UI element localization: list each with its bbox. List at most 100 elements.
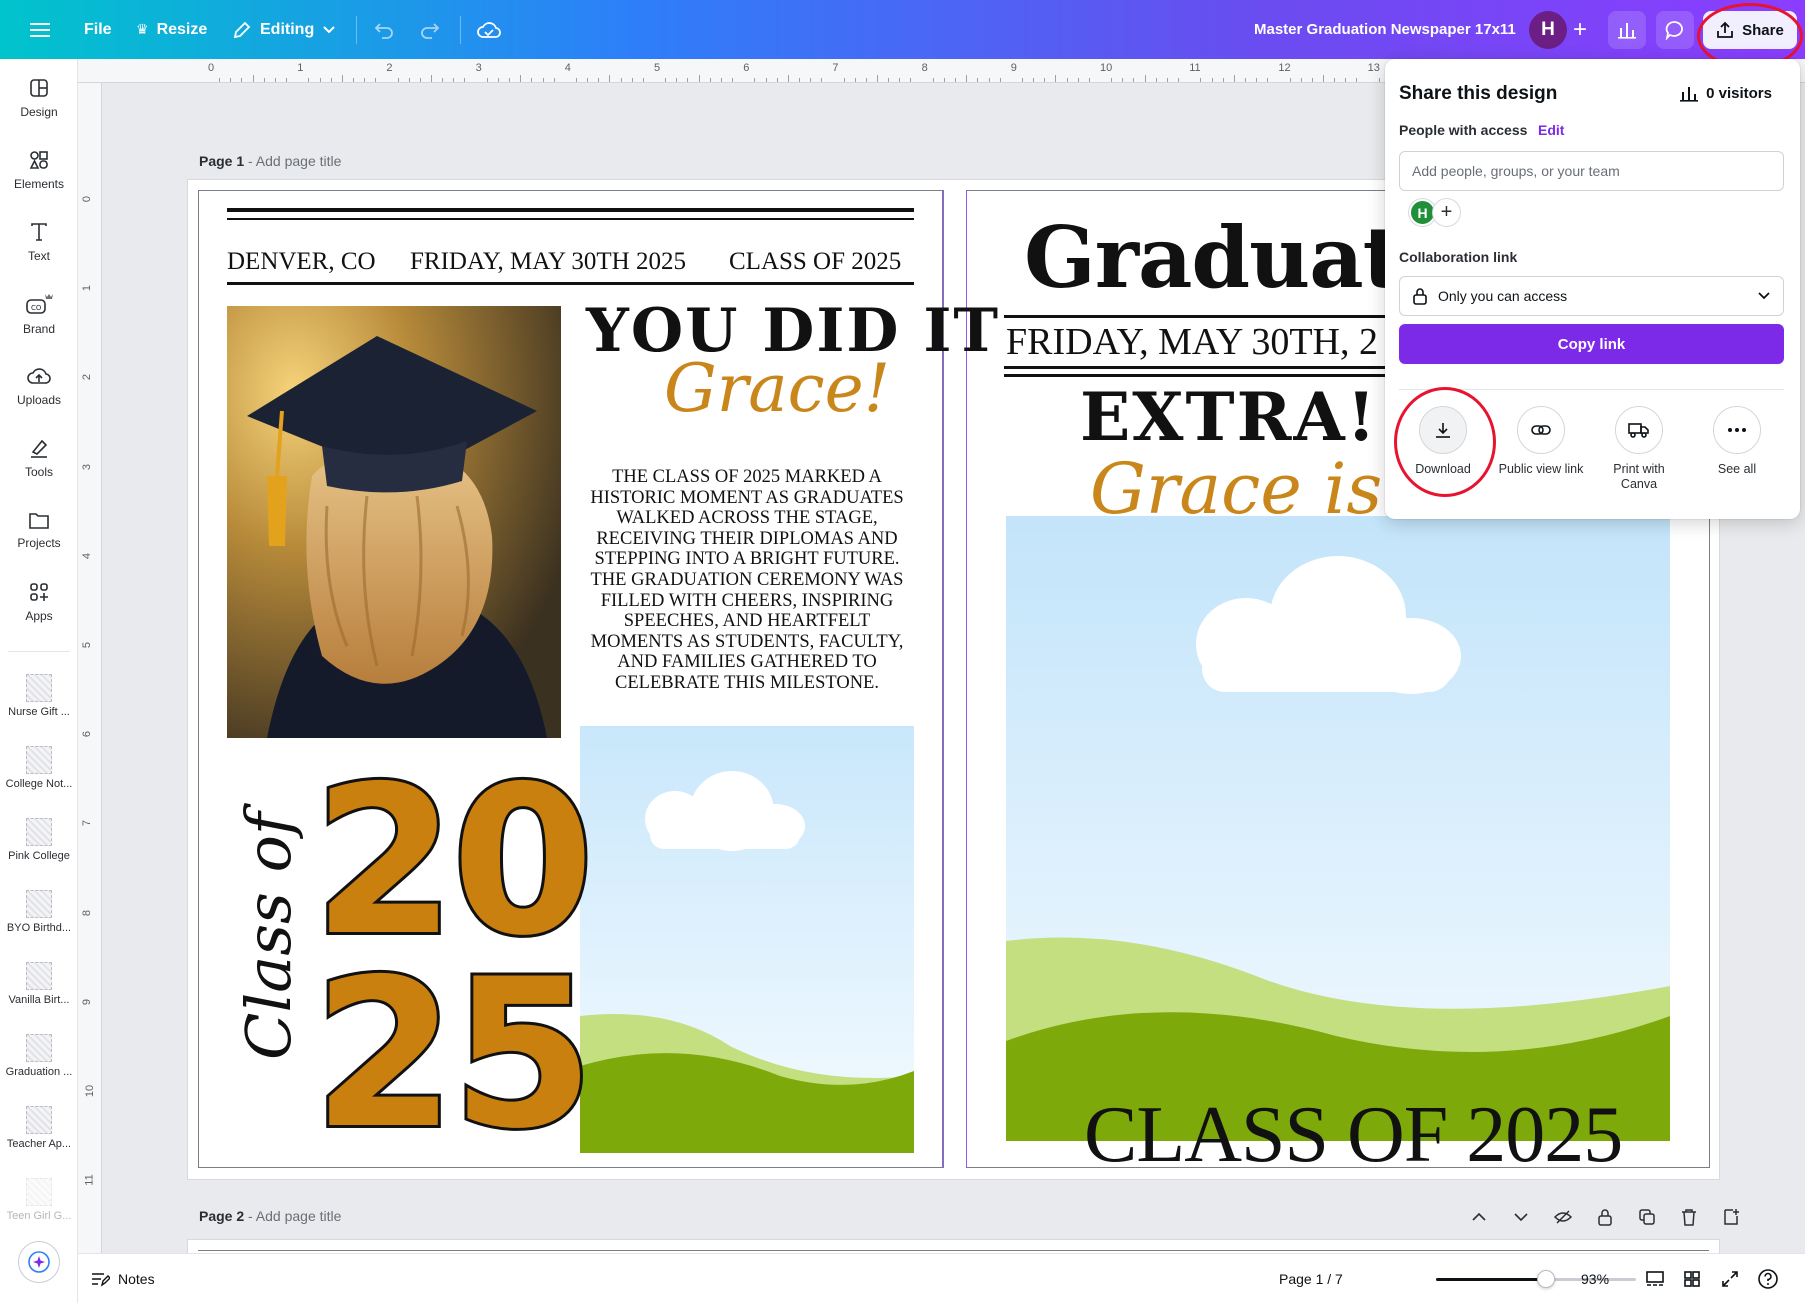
share-panel-title: Share this design bbox=[1399, 83, 1558, 104]
ruler-tick-label: 1 bbox=[297, 62, 304, 74]
fullscreen-button[interactable] bbox=[1718, 1267, 1742, 1291]
share-panel-divider bbox=[1399, 389, 1784, 390]
see-all-button[interactable]: See all bbox=[1689, 406, 1785, 477]
ruler-tick bbox=[966, 75, 968, 82]
undo-button[interactable] bbox=[366, 12, 402, 48]
page-indicator[interactable]: Page 1 / 7 bbox=[1279, 1254, 1343, 1303]
ruler-tick bbox=[509, 78, 511, 82]
move-page-up-button[interactable] bbox=[1468, 1206, 1490, 1228]
design-icon bbox=[30, 79, 48, 97]
ruler-tick-label: 9 bbox=[1010, 62, 1017, 74]
large-sky-image[interactable] bbox=[1006, 516, 1670, 1141]
hide-page-button[interactable] bbox=[1552, 1206, 1574, 1228]
add-collaborator-button[interactable]: + bbox=[1561, 11, 1599, 49]
link-access-dropdown[interactable]: Only you can access bbox=[1399, 276, 1784, 316]
ruler-tick bbox=[486, 78, 488, 82]
zoom-slider-handle[interactable] bbox=[1537, 1270, 1555, 1288]
ruler-tick bbox=[798, 78, 800, 82]
recent-design-label: Teacher Ap... bbox=[6, 1138, 72, 1150]
ruler-tick bbox=[408, 78, 410, 82]
ruler-tick bbox=[219, 78, 221, 82]
page-2-label[interactable]: Page 2 - Add page title bbox=[199, 1208, 341, 1224]
redo-button[interactable] bbox=[412, 12, 448, 48]
ruler-tick bbox=[765, 78, 767, 82]
dateline-rule bbox=[227, 282, 914, 285]
ruler-tick bbox=[609, 75, 611, 82]
recent-design-item[interactable]: Vanilla Birt... bbox=[0, 951, 78, 1017]
share-design-panel: Share this design 0 visitors People with… bbox=[1385, 59, 1800, 519]
delete-page-button[interactable] bbox=[1678, 1206, 1700, 1228]
recent-design-item[interactable]: Nurse Gift ... bbox=[0, 663, 78, 729]
zoom-level[interactable]: 93% bbox=[1581, 1254, 1609, 1303]
page-2-canvas[interactable] bbox=[188, 1240, 1719, 1253]
design-thumbnail bbox=[26, 962, 52, 990]
collaborator-avatar[interactable]: H bbox=[1409, 199, 1436, 226]
recent-design-item[interactable]: Graduation ... bbox=[0, 1023, 78, 1089]
sidebar-item-uploads[interactable]: Uploads bbox=[0, 353, 78, 419]
recent-design-item[interactable]: College Not... bbox=[0, 735, 78, 801]
sky-landscape-image bbox=[580, 726, 914, 1153]
visitors-count[interactable]: 0 visitors bbox=[1680, 85, 1772, 102]
ruler-tick bbox=[631, 78, 633, 82]
recent-design-label: BYO Birthd... bbox=[6, 922, 72, 934]
truck-icon bbox=[1628, 423, 1649, 438]
chevron-down-icon bbox=[1514, 1213, 1528, 1222]
page-2-toolbar bbox=[1468, 1206, 1742, 1228]
recent-design-item[interactable]: BYO Birthd... bbox=[0, 879, 78, 945]
edit-access-link[interactable]: Edit bbox=[1538, 122, 1564, 138]
help-icon bbox=[1758, 1269, 1778, 1289]
ruler-tick bbox=[1200, 78, 1202, 82]
ruler-tick bbox=[888, 78, 890, 82]
help-button[interactable] bbox=[1756, 1267, 1780, 1291]
sidebar-item-brand[interactable]: CO Brand bbox=[0, 281, 78, 347]
graduate-photo[interactable] bbox=[227, 306, 561, 738]
recent-design-item[interactable]: Teacher Ap... bbox=[0, 1095, 78, 1161]
public-view-link-button[interactable]: Public view link bbox=[1493, 406, 1589, 477]
sidebar-item-text[interactable]: Text bbox=[0, 209, 78, 275]
sidebar-item-elements[interactable]: Elements bbox=[0, 137, 78, 203]
add-collaborator-button[interactable]: + bbox=[1433, 199, 1460, 226]
grid-view-button[interactable] bbox=[1680, 1267, 1704, 1291]
file-menu-button[interactable]: File bbox=[84, 0, 112, 59]
add-page-title-link[interactable]: - Add page title bbox=[244, 1208, 341, 1224]
comments-button[interactable] bbox=[1656, 11, 1694, 49]
add-people-input[interactable]: Add people, groups, or your team bbox=[1399, 151, 1784, 191]
recent-design-item[interactable]: Pink College bbox=[0, 807, 78, 873]
download-button[interactable]: Download bbox=[1395, 406, 1491, 477]
sidebar-item-design[interactable]: Design bbox=[0, 65, 78, 131]
resize-button[interactable]: ♛ Resize bbox=[136, 0, 207, 59]
share-button[interactable]: Share bbox=[1703, 11, 1797, 49]
copy-link-button[interactable]: Copy link bbox=[1399, 324, 1784, 364]
ruler-tick bbox=[286, 78, 288, 82]
ruler-tick bbox=[1178, 78, 1180, 82]
add-page-button[interactable] bbox=[1720, 1206, 1742, 1228]
ruler-tick bbox=[1077, 78, 1079, 82]
lock-page-button[interactable] bbox=[1594, 1206, 1616, 1228]
sidebar-item-apps[interactable]: Apps bbox=[0, 569, 78, 635]
magic-assistant-button[interactable] bbox=[18, 1241, 60, 1283]
recent-design-item[interactable]: Teen Girl G... bbox=[0, 1167, 78, 1233]
move-page-down-button[interactable] bbox=[1510, 1206, 1532, 1228]
ruler-tick bbox=[910, 78, 912, 82]
print-with-canva-button[interactable]: Print with Canva bbox=[1591, 406, 1687, 492]
recent-design-label: Nurse Gift ... bbox=[8, 706, 70, 718]
svg-text:CO: CO bbox=[31, 304, 42, 312]
page-1-label[interactable]: Page 1 - Add page title bbox=[199, 153, 341, 169]
design-thumbnail bbox=[26, 818, 52, 846]
ruler-tick bbox=[687, 78, 689, 82]
insights-button[interactable] bbox=[1608, 11, 1646, 49]
sky-image-placeholder[interactable] bbox=[580, 726, 914, 1153]
print-circle bbox=[1615, 406, 1663, 454]
see-all-label: See all bbox=[1717, 462, 1757, 476]
main-menu-button[interactable] bbox=[22, 12, 58, 48]
brand-icon: CO bbox=[26, 294, 53, 314]
notes-button[interactable]: Notes bbox=[90, 1254, 155, 1303]
document-title[interactable]: Master Graduation Newspaper 17x11 bbox=[1254, 0, 1516, 59]
sidebar-item-tools[interactable]: Tools bbox=[0, 425, 78, 491]
save-status-button[interactable] bbox=[471, 12, 507, 48]
page-view-button[interactable] bbox=[1643, 1267, 1667, 1291]
duplicate-page-button[interactable] bbox=[1636, 1206, 1658, 1228]
editing-mode-dropdown[interactable]: Editing bbox=[232, 0, 336, 59]
add-page-title-link[interactable]: - Add page title bbox=[244, 153, 341, 169]
sidebar-item-projects[interactable]: Projects bbox=[0, 497, 78, 563]
